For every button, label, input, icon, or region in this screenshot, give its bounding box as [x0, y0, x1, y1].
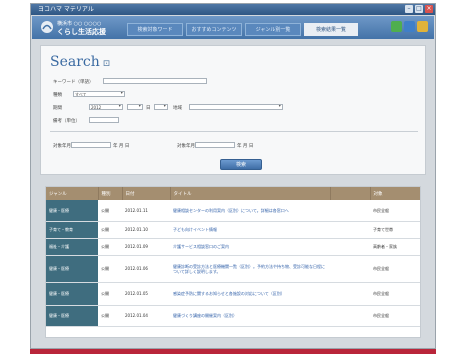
- nav-tabs: 検索対象ワード おすすめコンテンツ ジャンル別一覧 検索結果一覧: [127, 23, 358, 36]
- keyword-input[interactable]: [103, 78, 207, 84]
- row-type: 公開: [98, 200, 122, 222]
- area-label: 地域: [173, 106, 182, 111]
- keyword-label: キーワード（単語）: [53, 80, 94, 85]
- table-row[interactable]: 福祉・介護 公開 2012.01.09 介護サービス相談窓口のご案内 高齢者・家…: [46, 238, 420, 256]
- date-from-select[interactable]: 2012: [89, 104, 123, 110]
- table-row[interactable]: 健康・医療 公開 2012.01.06 健康診断の受診方法と医療機関一覧（区別）…: [46, 255, 420, 283]
- page-title-text: Search: [50, 54, 100, 70]
- row-category: 健康・医療: [46, 200, 98, 222]
- settings-icon[interactable]: [417, 21, 428, 32]
- window-controls: – □ ×: [405, 5, 433, 13]
- column-header[interactable]: 対象: [370, 187, 420, 200]
- row-extra: [330, 282, 370, 306]
- search-button[interactable]: 検索: [220, 159, 262, 170]
- category-select[interactable]: すべて: [73, 91, 125, 97]
- column-header[interactable]: [330, 187, 371, 200]
- column-header[interactable]: 日付: [122, 187, 171, 200]
- table-row[interactable]: 子育て・教育 公開 2012.01.10 子ども向けイベント情報 子育て世帯: [46, 221, 420, 239]
- date-unit-label: 日: [146, 106, 151, 111]
- app-header: 横浜市 ○○ ○○○○ くらし生活応援 検索対象ワード おすすめコンテンツ ジャ…: [32, 16, 434, 39]
- window-title: ヨコハマ マテリアル: [38, 6, 94, 13]
- column-header[interactable]: ジャンル: [46, 187, 99, 200]
- home-icon[interactable]: [391, 21, 402, 32]
- date-day-select[interactable]: [154, 104, 168, 110]
- tab-search-results[interactable]: 検索結果一覧: [304, 23, 358, 36]
- search-panel: Search⊡ キーワード（単語） 種類 すべて 期間 2012 日 地域 備考…: [40, 45, 426, 175]
- help-icon[interactable]: [404, 21, 415, 32]
- row-date: 2012.01.06: [122, 255, 170, 283]
- date-label: 期間: [53, 106, 62, 111]
- header-icons: [391, 21, 428, 32]
- range-end-input[interactable]: [195, 142, 235, 148]
- logo-mark-icon: [41, 21, 53, 33]
- row-extra: [330, 200, 370, 222]
- row-title-link[interactable]: 健康相談センターの利用案内（区別）について。詳細は各窓口へ: [170, 200, 330, 222]
- row-category: 福祉・介護: [46, 238, 98, 256]
- range-end-label: 年 月 日: [237, 144, 254, 149]
- note-label: 備考（単位）: [53, 119, 80, 124]
- row-extra: [330, 238, 370, 256]
- row-category: 子育て・教育: [46, 221, 98, 239]
- category-label: 種類: [53, 93, 62, 98]
- row-type: 公開: [98, 255, 122, 283]
- row-target: 市民全般: [370, 305, 420, 327]
- row-extra: [330, 255, 370, 283]
- row-date: 2012.01.04: [122, 305, 170, 327]
- row-target: 市民全般: [370, 200, 420, 222]
- range-mid-label: 年 月 日: [113, 144, 130, 149]
- logo-line2: くらし生活応援: [57, 28, 106, 36]
- results-table-wrap: ジャンル 種別 日付 タイトル 対象 健康・医療 公開 2012.01.11 健…: [45, 186, 421, 338]
- window-titlebar: ヨコハマ マテリアル – □ ×: [31, 4, 435, 15]
- row-date: 2012.01.09: [122, 238, 170, 256]
- tab-recommended[interactable]: おすすめコンテンツ: [186, 23, 242, 36]
- row-category: 健康・医療: [46, 305, 98, 327]
- row-date: 2012.01.11: [122, 200, 170, 222]
- row-extra: [330, 221, 370, 239]
- range-label-1: 対象年月: [53, 144, 71, 149]
- results-table: ジャンル 種別 日付 タイトル 対象 健康・医療 公開 2012.01.11 健…: [46, 187, 420, 327]
- divider: [50, 131, 418, 132]
- range-label-2: 対象年月: [177, 144, 195, 149]
- table-row[interactable]: 健康・医療 公開 2012.01.05 感染症予防に関するお知らせと各施設の対応…: [46, 282, 420, 306]
- row-type: 公開: [98, 221, 122, 239]
- tab-genre-list[interactable]: ジャンル別一覧: [245, 23, 301, 36]
- row-extra: [330, 305, 370, 327]
- date-to-select[interactable]: [127, 104, 143, 110]
- site-logo[interactable]: 横浜市 ○○ ○○○○ くらし生活応援: [40, 18, 106, 36]
- minimize-icon[interactable]: –: [405, 5, 413, 13]
- row-title-link[interactable]: 子ども向けイベント情報: [170, 221, 330, 239]
- table-header-row: ジャンル 種別 日付 タイトル 対象: [46, 187, 420, 200]
- row-type: 公開: [98, 238, 122, 256]
- footer-bar: [30, 349, 436, 354]
- row-type: 公開: [98, 305, 122, 327]
- row-category: 健康・医療: [46, 255, 98, 283]
- app-window: ヨコハマ マテリアル – □ × 横浜市 ○○ ○○○○ くらし生活応援 検索対…: [30, 3, 436, 349]
- row-date: 2012.01.10: [122, 221, 170, 239]
- row-target: 子育て世帯: [370, 221, 420, 239]
- row-target: 市民全般: [370, 255, 420, 283]
- row-type: 公開: [98, 282, 122, 306]
- row-target: 市民全般: [370, 282, 420, 306]
- maximize-icon[interactable]: □: [415, 5, 423, 13]
- row-title-link[interactable]: 健康診断の受診方法と医療機関一覧（区別）。予約方法や持ち物、受診可能な日程につい…: [170, 255, 330, 283]
- close-icon[interactable]: ×: [425, 5, 433, 13]
- screen: ヨコハマ マテリアル – □ × 横浜市 ○○ ○○○○ くらし生活応援 検索対…: [0, 0, 461, 357]
- search-box-icon: ⊡: [102, 59, 111, 69]
- logo-line1: 横浜市 ○○ ○○○○: [57, 21, 102, 27]
- row-target: 高齢者・家族: [370, 238, 420, 256]
- tab-keyword[interactable]: 検索対象ワード: [127, 23, 183, 36]
- area-select[interactable]: [189, 104, 283, 110]
- column-header[interactable]: 種別: [98, 187, 123, 200]
- row-date: 2012.01.05: [122, 282, 170, 306]
- table-row[interactable]: 健康・医療 公開 2012.01.04 健康づくり講座の開催案内（区別） 市民全…: [46, 305, 420, 327]
- range-start-input[interactable]: [71, 142, 111, 148]
- row-title-link[interactable]: 健康づくり講座の開催案内（区別）: [170, 305, 330, 327]
- page-title: Search ⊡: [50, 54, 110, 70]
- row-title-link[interactable]: 介護サービス相談窓口のご案内: [170, 238, 330, 256]
- row-category: 健康・医療: [46, 282, 98, 306]
- table-row[interactable]: 健康・医療 公開 2012.01.11 健康相談センターの利用案内（区別）につい…: [46, 200, 420, 222]
- note-input[interactable]: [89, 117, 119, 123]
- row-title-link[interactable]: 感染症予防に関するお知らせと各施設の対応について（区別）: [170, 282, 330, 306]
- column-header[interactable]: タイトル: [170, 187, 331, 200]
